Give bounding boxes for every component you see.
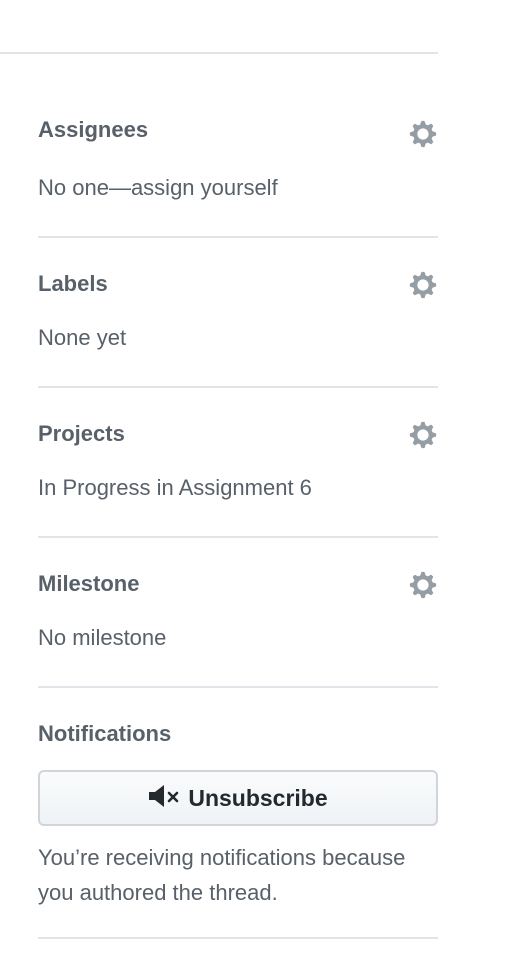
notifications-heading: Notifications	[38, 721, 172, 746]
milestone-heading[interactable]: Milestone	[38, 573, 139, 595]
notifications-divider	[38, 937, 438, 939]
mute-icon	[148, 784, 182, 813]
assignees-value[interactable]: No one—assign yourself	[38, 177, 278, 199]
milestone-value: No milestone	[38, 625, 167, 650]
projects-value[interactable]: In Progress in Assignment 6	[38, 477, 312, 499]
notification-reason-text: You’re receiving notifications because y…	[38, 845, 406, 905]
assignees-heading[interactable]: Assignees	[38, 119, 148, 141]
labels-gear-icon[interactable]	[408, 270, 438, 300]
unsubscribe-button[interactable]: Unsubscribe	[38, 770, 438, 826]
labels-value: None yet	[38, 325, 127, 350]
labels-heading[interactable]: Labels	[38, 273, 108, 295]
assignees-gear-icon[interactable]	[408, 119, 438, 149]
assignees-divider	[38, 236, 438, 238]
top-divider	[0, 52, 438, 54]
projects-gear-icon[interactable]	[408, 420, 438, 450]
unsubscribe-label: Unsubscribe	[188, 784, 328, 811]
projects-heading[interactable]: Projects	[38, 423, 125, 445]
milestone-gear-icon[interactable]	[408, 570, 438, 600]
labels-divider	[38, 386, 438, 388]
milestone-divider	[38, 686, 438, 688]
projects-divider	[38, 536, 438, 538]
